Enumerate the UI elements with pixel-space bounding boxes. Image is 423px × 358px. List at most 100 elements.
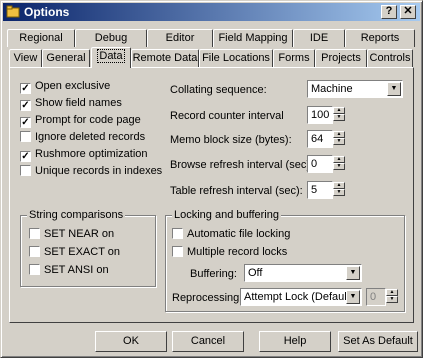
record-counter-input[interactable]: 100 bbox=[307, 106, 333, 124]
tab-remote-data[interactable]: Remote Data bbox=[131, 49, 199, 67]
checkbox-label: Rushmore optimization bbox=[35, 148, 148, 160]
collating-label: Collating sequence: bbox=[170, 84, 267, 96]
reprocessing-value: Attempt Lock (Default) bbox=[244, 291, 354, 303]
set-exact-checkbox[interactable]: SET EXACT on bbox=[29, 246, 120, 260]
rushmore-checkbox[interactable]: ✓ Rushmore optimization bbox=[20, 148, 148, 162]
tab-row-bottom: View General Data Remote Data File Locat… bbox=[9, 47, 414, 68]
checkbox-label: Multiple record locks bbox=[187, 246, 288, 258]
tab-label: Regional bbox=[19, 32, 63, 44]
tab-label: Editor bbox=[165, 32, 195, 44]
set-as-default-button[interactable]: Set As Default bbox=[338, 331, 418, 352]
options-app-icon bbox=[6, 5, 20, 18]
ignore-deleted-checkbox[interactable]: Ignore deleted records bbox=[20, 131, 145, 145]
browse-refresh-label: Browse refresh interval (sec): bbox=[170, 159, 314, 171]
tab-controls[interactable]: Controls bbox=[367, 49, 413, 67]
chevron-down-icon[interactable]: ▼ bbox=[387, 82, 401, 96]
tab-forms[interactable]: Forms bbox=[273, 49, 315, 67]
string-comparisons-group: String comparisons SET NEAR on SET EXACT… bbox=[20, 209, 156, 287]
checkbox-label: Open exclusive bbox=[35, 80, 111, 92]
spin-down-icon[interactable]: ▼ bbox=[333, 189, 345, 196]
table-refresh-spinner[interactable]: ▲ ▼ bbox=[333, 182, 345, 198]
tab-regional[interactable]: Regional bbox=[7, 29, 75, 47]
close-button[interactable]: ✕ bbox=[400, 5, 416, 19]
tab-label: Data bbox=[97, 49, 125, 63]
reprocessing-count-input[interactable]: 0 bbox=[366, 288, 386, 306]
multiple-record-locks-checkbox[interactable]: Multiple record locks bbox=[172, 246, 287, 260]
prompt-code-page-checkbox[interactable]: ✓ Prompt for code page bbox=[20, 114, 141, 128]
tab-label: General bbox=[46, 52, 86, 64]
title-bar[interactable]: Options ? ✕ bbox=[3, 3, 420, 21]
buffering-value: Off bbox=[248, 267, 263, 279]
spin-up-icon[interactable]: ▲ bbox=[333, 107, 345, 114]
table-refresh-label: Table refresh interval (sec): bbox=[170, 185, 303, 197]
reprocessing-spinner[interactable]: ▲ ▼ bbox=[386, 289, 398, 305]
chevron-down-icon[interactable]: ▼ bbox=[346, 266, 360, 280]
memo-block-input[interactable]: 64 bbox=[307, 130, 333, 148]
tab-label: IDE bbox=[309, 32, 329, 44]
checkbox-label: Prompt for code page bbox=[35, 114, 141, 126]
buffering-select[interactable]: Off ▼ bbox=[244, 264, 362, 282]
table-refresh-input[interactable]: 5 bbox=[307, 181, 333, 199]
checkbox-box bbox=[172, 246, 183, 257]
reprocessing-select[interactable]: Attempt Lock (Default) ▼ bbox=[240, 288, 362, 306]
collating-select[interactable]: Machine ▼ bbox=[307, 80, 403, 98]
checkbox-box: ✓ bbox=[20, 100, 31, 111]
spin-up-icon[interactable]: ▲ bbox=[333, 156, 345, 163]
tab-projects[interactable]: Projects bbox=[315, 49, 367, 67]
memo-block-label: Memo block size (bytes): bbox=[170, 134, 292, 146]
spin-down-icon[interactable]: ▼ bbox=[386, 296, 398, 303]
checkbox-box bbox=[20, 131, 31, 142]
tab-label: Debug bbox=[94, 32, 128, 44]
tab-field-mapping[interactable]: Field Mapping bbox=[213, 29, 293, 47]
auto-file-locking-checkbox[interactable]: Automatic file locking bbox=[172, 228, 290, 242]
unique-records-checkbox[interactable]: Unique records in indexes bbox=[20, 165, 162, 179]
checkbox-label: Show field names bbox=[35, 97, 122, 109]
tab-ide[interactable]: IDE bbox=[293, 29, 345, 47]
spin-down-icon[interactable]: ▼ bbox=[333, 138, 345, 145]
tab-label: Projects bbox=[321, 52, 361, 64]
tab-file-locations[interactable]: File Locations bbox=[199, 49, 273, 67]
show-field-names-checkbox[interactable]: ✓ Show field names bbox=[20, 97, 122, 111]
memo-block-spinner[interactable]: ▲ ▼ bbox=[333, 131, 345, 147]
tab-view[interactable]: View bbox=[9, 49, 42, 67]
tab-editor[interactable]: Editor bbox=[147, 29, 213, 47]
spin-down-icon[interactable]: ▼ bbox=[333, 163, 345, 170]
tab-row-top: Regional Debug Editor Field Mapping IDE … bbox=[7, 29, 417, 47]
checkbox-box: ✓ bbox=[20, 117, 31, 128]
group-title: Locking and buffering bbox=[172, 209, 281, 221]
spin-down-icon[interactable]: ▼ bbox=[333, 114, 345, 121]
spin-up-icon[interactable]: ▲ bbox=[386, 289, 398, 296]
tab-label: Controls bbox=[369, 52, 411, 64]
set-ansi-checkbox[interactable]: SET ANSI on bbox=[29, 264, 109, 278]
buffering-label: Buffering: bbox=[190, 268, 237, 280]
reprocessing-label: Reprocessing: bbox=[172, 292, 243, 304]
ok-button[interactable]: OK bbox=[95, 331, 167, 352]
spin-up-icon[interactable]: ▲ bbox=[333, 131, 345, 138]
checkbox-box: ✓ bbox=[20, 151, 31, 162]
checkbox-box bbox=[29, 246, 40, 257]
tab-reports[interactable]: Reports bbox=[345, 29, 415, 47]
tab-label: Field Mapping bbox=[218, 32, 288, 44]
checkbox-label: Unique records in indexes bbox=[35, 165, 163, 177]
checkbox-label: SET ANSI on bbox=[44, 264, 109, 276]
record-counter-spinner[interactable]: ▲ ▼ bbox=[333, 107, 345, 123]
locking-buffering-group: Locking and buffering Automatic file loc… bbox=[165, 209, 405, 312]
checkbox-box bbox=[29, 264, 40, 275]
set-near-checkbox[interactable]: SET NEAR on bbox=[29, 228, 114, 242]
options-dialog: Options ? ✕ Regional Debug Editor Field … bbox=[0, 0, 423, 358]
spin-up-icon[interactable]: ▲ bbox=[333, 182, 345, 189]
help-button[interactable]: Help bbox=[259, 331, 331, 352]
checkbox-label: Automatic file locking bbox=[187, 228, 291, 240]
browse-refresh-input[interactable]: 0 bbox=[307, 155, 333, 173]
chevron-down-icon[interactable]: ▼ bbox=[346, 290, 360, 304]
browse-refresh-spinner[interactable]: ▲ ▼ bbox=[333, 156, 345, 172]
open-exclusive-checkbox[interactable]: ✓ Open exclusive bbox=[20, 80, 110, 94]
tab-debug[interactable]: Debug bbox=[75, 29, 147, 47]
collating-value: Machine bbox=[311, 83, 353, 95]
tab-label: Remote Data bbox=[132, 52, 198, 64]
tab-general[interactable]: General bbox=[42, 49, 90, 67]
help-title-button[interactable]: ? bbox=[381, 5, 397, 19]
tab-label: Reports bbox=[360, 32, 400, 44]
cancel-button[interactable]: Cancel bbox=[172, 331, 244, 352]
tab-data[interactable]: Data bbox=[91, 47, 131, 68]
